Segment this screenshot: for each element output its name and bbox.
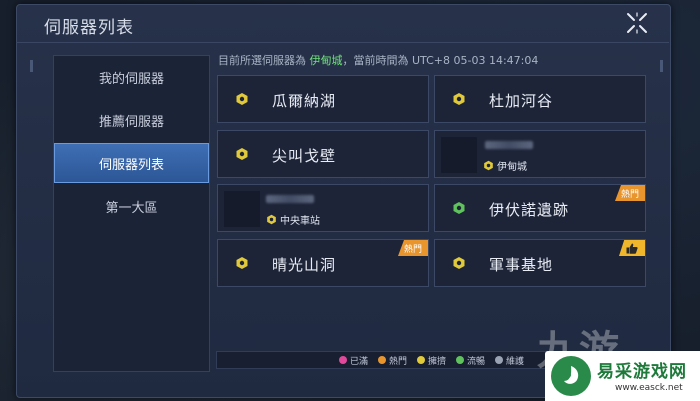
status-prefix: 目前所選伺服器為: [218, 54, 306, 67]
hot-badge: 熱門: [398, 240, 428, 256]
smooth-status-icon: [453, 202, 465, 214]
legend-item-smooth: 流暢: [456, 354, 485, 367]
server-card-ivano-ruins[interactable]: 伊伏諾遺跡 熱門: [434, 184, 646, 232]
legend-label: 維護: [506, 356, 525, 367]
server-name: 尖叫戈壁: [272, 147, 337, 165]
page-title: 伺服器列表: [44, 18, 134, 38]
crowded-status-icon: [267, 214, 276, 225]
hot-status-icon: [377, 356, 386, 364]
server-name: 晴光山洞: [272, 256, 337, 274]
crowded-status-icon: [453, 93, 465, 105]
location-label: 中央車站: [280, 216, 320, 227]
sidebar-item-recommended[interactable]: 推薦伺服器: [54, 100, 209, 140]
logo-icon: [551, 356, 591, 396]
panel-notch-right: [660, 60, 663, 72]
server-card-military-base[interactable]: 軍事基地: [434, 239, 646, 287]
sidebar-item-region-one[interactable]: 第一大區: [54, 186, 209, 226]
legend-label: 已滿: [349, 356, 368, 367]
server-name: 杜加河谷: [489, 92, 554, 110]
server-card-screaming-gobi[interactable]: 尖叫戈壁: [217, 130, 429, 178]
server-name: 瓜爾納湖: [272, 92, 337, 110]
server-card-sunny-cave[interactable]: 晴光山洞 熱門: [217, 239, 429, 287]
legend-item-crowded: 擁擠: [416, 354, 446, 367]
blurred-player-name: [485, 141, 533, 149]
badge-label: 熱門: [620, 189, 639, 200]
crowded-status-icon: [453, 257, 465, 269]
legend-item-maintenance: 維護: [495, 354, 524, 367]
character-location: 中央車站: [266, 212, 320, 227]
panel-header: 伺服器列表: [16, 4, 669, 43]
server-name: 伊伏諾遺跡: [489, 201, 570, 219]
server-card-guarna-lake[interactable]: 瓜爾納湖: [217, 75, 429, 123]
legend-label: 熱門: [388, 356, 407, 367]
character-location: 伊甸城: [483, 158, 527, 173]
crowded-status-icon: [484, 160, 493, 171]
panel-notch-left: [30, 60, 33, 72]
logo-url: www.easck.net: [615, 383, 683, 393]
crowded-status-icon: [236, 257, 248, 269]
sidebar-item-label: 我的伺服器: [98, 71, 164, 87]
character-avatar: [441, 137, 477, 173]
crowded-status-icon: [236, 148, 248, 160]
status-time: ，當前時間為 UTC+8 05-03 14:47:04: [342, 54, 539, 67]
blurred-player-name: [266, 195, 314, 203]
server-card-dukar-valley[interactable]: 杜加河谷: [434, 75, 646, 123]
full-status-icon: [338, 356, 347, 364]
server-card-my-character-central[interactable]: 中央車站: [217, 184, 429, 232]
sidebar-item-server-list[interactable]: 伺服器列表: [54, 143, 209, 183]
thumbs-up-icon: [626, 243, 638, 254]
legend-item-hot: 熱門: [377, 354, 407, 367]
server-card-my-character-eden[interactable]: 伊甸城: [434, 130, 646, 178]
badge-label: 熱門: [403, 244, 422, 255]
smooth-status-icon: [456, 356, 464, 364]
sidebar-item-label: 伺服器列表: [98, 157, 164, 173]
sidebar-item-label: 推薦伺服器: [98, 114, 164, 130]
sidebar: 我的伺服器 推薦伺服器 伺服器列表 第一大區: [53, 55, 210, 372]
site-logo: 易采游戏网 www.easck.net: [545, 351, 700, 401]
leaf-icon: [564, 366, 579, 384]
close-icon: [627, 12, 647, 34]
sidebar-item-my-servers[interactable]: 我的伺服器: [54, 57, 209, 97]
close-button[interactable]: [625, 11, 649, 35]
legend-item-full: 已滿: [338, 354, 368, 367]
crowded-status-icon: [416, 356, 425, 364]
sidebar-item-label: 第一大區: [105, 200, 158, 216]
recommended-badge: [619, 240, 645, 256]
current-server-status: 目前所選伺服器為 伊甸城，當前時間為 UTC+8 05-03 14:47:04: [218, 52, 538, 68]
server-name: 軍事基地: [489, 256, 554, 274]
hot-badge: 熱門: [615, 185, 645, 201]
character-avatar: [224, 191, 260, 227]
status-city: 伊甸城: [309, 54, 343, 67]
maintenance-status-icon: [495, 356, 504, 364]
logo-text: 易采游戏网: [597, 362, 687, 382]
crowded-status-icon: [236, 93, 248, 105]
location-label: 伊甸城: [497, 162, 527, 173]
legend-label: 流暢: [467, 356, 486, 367]
legend-label: 擁擠: [427, 356, 446, 367]
